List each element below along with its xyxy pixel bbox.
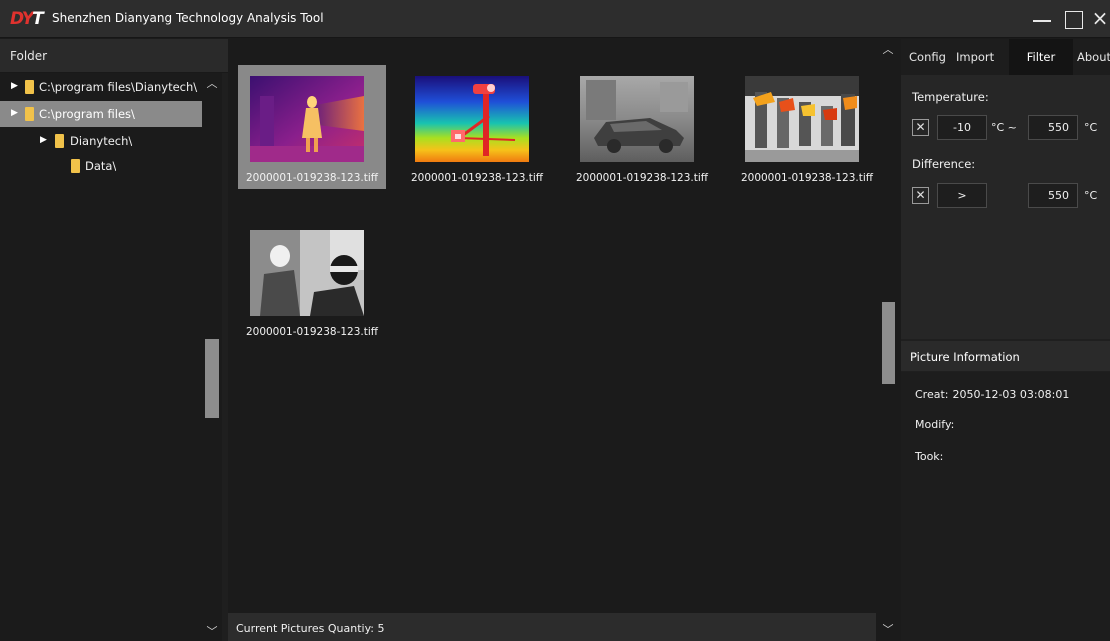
info-took: Took: <box>915 450 943 463</box>
creat-value: 2050-12-03 03:08:01 <box>952 388 1070 401</box>
folder-header-label: Folder <box>10 49 48 63</box>
thumbnail-image[interactable] <box>250 76 364 162</box>
info-modify: Modify: <box>915 418 954 431</box>
tree-item-label: C:\program files\Dianytech\ <box>39 80 198 94</box>
temp-min-input[interactable] <box>937 115 987 140</box>
gallery-scrollbar[interactable]: ︿ ﹀ <box>877 39 899 641</box>
scroll-down-icon[interactable]: ﹀ <box>202 623 222 641</box>
gallery-item[interactable]: 2000001-019238-123.tiff <box>568 65 716 189</box>
tree-item[interactable]: ▶ C:\program files\Dianytech\ <box>0 74 202 100</box>
folder-icon <box>25 80 34 94</box>
scrollbar-thumb[interactable] <box>205 339 219 418</box>
picture-info-title: Picture Information <box>910 350 1020 364</box>
tree-item[interactable]: Data\ <box>0 153 202 179</box>
tab-filter[interactable]: Filter <box>1009 39 1073 75</box>
thumbnail-image[interactable] <box>580 76 694 162</box>
tree-item-selected[interactable]: ▶ C:\program files\ <box>0 101 202 127</box>
tab-about[interactable]: About <box>1077 39 1110 75</box>
gallery-item[interactable]: 2000001-019238-123.tiff <box>238 219 386 343</box>
folder-icon <box>25 107 34 121</box>
tab-import[interactable]: Import <box>956 39 994 75</box>
scrollbar-thumb[interactable] <box>882 302 895 384</box>
expand-arrow-icon[interactable]: ▶ <box>11 108 18 118</box>
tree-item-label: Dianytech\ <box>70 134 133 148</box>
right-panel: Config Import Filter About Temperature: … <box>901 39 1110 641</box>
status-bar: Current Pictures Quantiy: 5 <box>228 613 876 641</box>
thumbnail-image[interactable] <box>745 76 859 162</box>
tab-bar: Config Import Filter About <box>901 39 1110 75</box>
tree-item-label: C:\program files\ <box>39 107 135 121</box>
modify-label: Modify: <box>915 418 955 431</box>
difference-checkbox[interactable]: ✕ <box>912 187 929 204</box>
folder-scrollbar[interactable]: ︿ ﹀ <box>202 73 222 641</box>
picture-info-body: Creat: 2050-12-03 03:08:01 Modify: Took: <box>901 372 1110 641</box>
maximize-button[interactable] <box>1063 8 1085 30</box>
diff-unit: °C <box>1084 189 1098 202</box>
app-logo: DY T <box>10 9 44 29</box>
gallery-item[interactable]: 2000001-019238-123.tiff <box>733 65 881 189</box>
filter-panel: Temperature: ✕ °C ~ °C Difference: ✕ °C <box>901 75 1110 339</box>
info-creat: Creat: 2050-12-03 03:08:01 <box>915 388 1069 401</box>
thumbnail-caption: 2000001-019238-123.tiff <box>575 172 709 184</box>
window-title: Shenzhen Dianyang Technology Analysis To… <box>52 11 324 25</box>
close-button[interactable]: × <box>1089 8 1110 30</box>
took-label: Took: <box>915 450 944 463</box>
thumbnail-image[interactable] <box>250 230 364 316</box>
scroll-up-icon[interactable]: ︿ <box>877 41 899 59</box>
picture-info-header: Picture Information <box>901 341 1110 371</box>
tree-item-label: Data\ <box>85 159 117 173</box>
expand-arrow-icon[interactable]: ▶ <box>40 135 47 145</box>
temp-min-unit: °C ~ <box>991 121 1017 134</box>
expand-arrow-icon[interactable]: ▶ <box>11 81 18 91</box>
temp-max-unit: °C <box>1084 121 1098 134</box>
folder-icon <box>55 134 64 148</box>
gallery-item[interactable]: 2000001-019238-123.tiff <box>403 65 551 189</box>
temp-max-input[interactable] <box>1028 115 1078 140</box>
tab-config[interactable]: Config <box>909 39 946 75</box>
folder-panel: Folder ▶ C:\program files\Dianytech\ ▶ C… <box>0 39 228 641</box>
folder-icon <box>71 159 80 173</box>
gallery-item-selected[interactable]: 2000001-019238-123.tiff <box>238 65 386 189</box>
diff-value-input[interactable] <box>1028 183 1078 208</box>
difference-label: Difference: <box>912 157 976 171</box>
thumbnail-caption: 2000001-019238-123.tiff <box>245 172 379 184</box>
thumbnail-caption: 2000001-019238-123.tiff <box>245 326 379 338</box>
thumbnail-image[interactable] <box>415 76 529 162</box>
thumbnail-caption: 2000001-019238-123.tiff <box>740 172 874 184</box>
temperature-checkbox[interactable]: ✕ <box>912 119 929 136</box>
folder-header: Folder <box>0 39 228 73</box>
minimize-button[interactable] <box>1031 8 1053 30</box>
scroll-down-icon[interactable]: ﹀ <box>877 621 899 639</box>
thumbnail-caption: 2000001-019238-123.tiff <box>410 172 544 184</box>
folder-tree: ▶ C:\program files\Dianytech\ ▶ C:\progr… <box>0 73 202 641</box>
diff-operator-input[interactable] <box>937 183 987 208</box>
creat-label: Creat: <box>915 388 949 401</box>
tree-item[interactable]: ▶ Dianytech\ <box>0 128 202 154</box>
title-bar: DY T Shenzhen Dianyang Technology Analysi… <box>0 0 1110 38</box>
image-gallery: 2000001-019238-123.tiff 2000001-019238-1… <box>228 39 876 613</box>
scroll-up-icon[interactable]: ︿ <box>202 75 222 93</box>
pictures-count: Current Pictures Quantiy: 5 <box>236 622 385 635</box>
temperature-label: Temperature: <box>912 90 989 104</box>
